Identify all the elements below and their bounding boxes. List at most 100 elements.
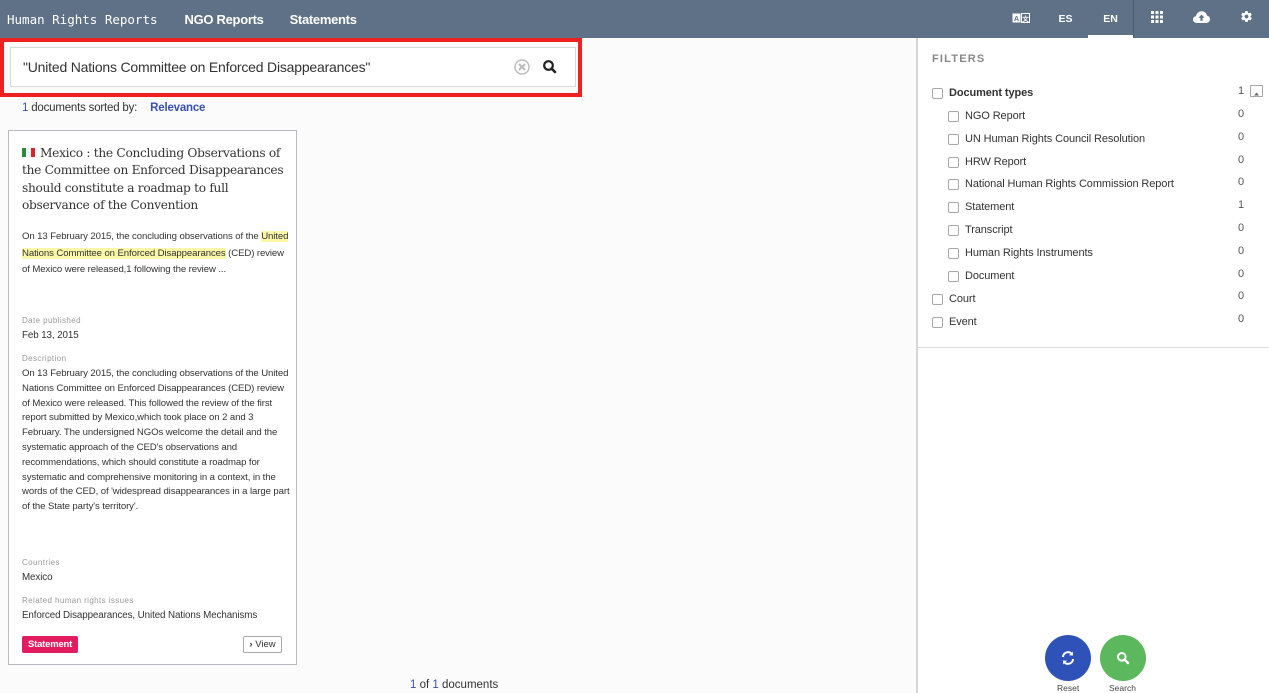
search-label: Search [1109,683,1136,693]
brand-link[interactable]: Human Rights Reports [7,12,158,27]
filter-label: Document [965,270,1015,282]
caret-up-icon [1254,92,1259,96]
filter-un-hrc-resolution[interactable]: UN Human Rights Council Resolution [948,131,1145,147]
lang-es-button[interactable]: ES [1043,0,1088,38]
date-value: Feb 13, 2015 [22,330,79,341]
filter-label: National Human Rights Commission Report [965,178,1174,190]
filter-label: Court [949,293,976,305]
card-title-text: Mexico : the Concluding Observations of … [22,146,284,212]
search-submit-button[interactable] [1100,635,1146,681]
filter-count: 0 [1238,290,1245,302]
collapse-button[interactable] [1250,85,1263,97]
filter-label: Statement [965,201,1015,213]
apps-button[interactable] [1134,0,1179,38]
sort-selector[interactable]: Relevance [150,102,205,114]
date-label: Date published [22,316,81,325]
filter-count: 0 [1238,313,1245,325]
filter-count: 0 [1238,222,1245,234]
gear-icon [1240,10,1253,28]
checkbox[interactable] [932,87,943,99]
nav-statements[interactable]: Statements [290,12,357,27]
checkbox[interactable] [948,178,959,190]
clear-circle-icon[interactable] [514,59,530,75]
filter-count: 0 [1238,268,1245,280]
filters-sidebar: FILTERS Document types 1 NGO Report 0 UN… [916,38,1269,693]
filter-label: Human Rights Instruments [965,247,1093,259]
checkbox[interactable] [948,133,959,145]
refresh-icon [1062,651,1074,665]
description-label: Description [22,354,67,363]
filter-court[interactable]: Court [932,291,976,307]
filter-hrw-report[interactable]: HRW Report [948,154,1026,170]
issues-label: Related human rights issues [22,596,134,605]
checkbox[interactable] [948,224,959,236]
upload-button[interactable] [1179,0,1224,38]
document-type-badge: Statement [22,636,79,653]
filter-label: Transcript [965,224,1013,236]
countries-label: Countries [22,558,60,567]
top-nav: Human Rights Reports NGO Reports Stateme… [0,0,1269,38]
filter-label: Event [949,316,977,328]
mexico-flag-icon [22,148,35,157]
checkbox[interactable] [948,201,959,213]
issues-value: Enforced Disappearances, United Nations … [22,610,258,621]
results-count: 1 [22,102,29,114]
checkbox[interactable] [948,110,959,122]
filter-event[interactable]: Event [932,314,977,330]
card-title[interactable]: Mexico : the Concluding Observations of … [22,145,290,214]
search-icon[interactable] [541,58,559,76]
search-icon [1117,652,1130,665]
results-summary: 1 documents sorted by: Relevance [22,102,205,114]
description-value: On 13 February 2015, the concluding obse… [22,368,290,513]
nav-ngo-reports[interactable]: NGO Reports [185,12,264,27]
view-label: View [255,639,276,650]
view-button[interactable]: › View [243,636,282,653]
apps-grid-icon [1150,10,1163,28]
sorted-by-label: documents sorted by: [31,102,138,114]
filter-label: UN Human Rights Council Resolution [965,133,1146,145]
settings-button[interactable] [1224,0,1269,38]
filter-document-types[interactable]: Document types [932,85,1033,101]
cloud-upload-icon [1193,10,1210,28]
filter-statement[interactable]: Statement [948,199,1014,215]
search-box [10,47,576,87]
filters-title: FILTERS [932,53,986,65]
sidebar-divider [918,347,1269,348]
filter-hr-instruments[interactable]: Human Rights Instruments [948,245,1093,261]
filter-document[interactable]: Document [948,268,1014,284]
filter-transcript[interactable]: Transcript [948,222,1013,238]
pager-suffix: documents [442,679,499,691]
checkbox[interactable] [932,316,943,328]
translate-icon: A 文 [1012,12,1030,26]
nav-right: A 文 ES EN [998,0,1269,38]
chevron-right-icon: › [249,639,253,650]
filter-ngo-report[interactable]: NGO Report [948,108,1025,124]
filter-count: 1 [1238,85,1245,97]
filter-label: HRW Report [965,156,1027,168]
filter-count: 0 [1238,131,1245,143]
filter-label: Document types [949,87,1034,99]
checkbox[interactable] [948,270,959,282]
filter-label: NGO Report [965,110,1026,122]
svg-text:文: 文 [1021,14,1029,23]
search-input[interactable] [23,52,493,82]
translate-button[interactable]: A 文 [998,0,1043,38]
pager-of: of [419,679,430,691]
pagination-summary: 1 of 1 documents [410,679,498,691]
checkbox[interactable] [948,156,959,168]
filter-nhrc-report[interactable]: National Human Rights Commission Report [948,176,1174,192]
countries-value: Mexico [22,572,53,583]
result-card: Mexico : the Concluding Observations of … [8,130,297,665]
lang-en-button[interactable]: EN [1088,0,1133,38]
snippet-text: On 13 February 2015, the concluding obse… [22,231,262,242]
filter-count: 0 [1238,176,1245,188]
filter-count: 0 [1238,154,1245,166]
filter-count: 0 [1238,245,1245,257]
checkbox[interactable] [948,247,959,259]
card-snippet: On 13 February 2015, the concluding obse… [22,229,292,279]
reset-button[interactable] [1045,635,1091,681]
filter-count: 1 [1238,199,1245,211]
filter-count: 0 [1238,108,1245,120]
checkbox[interactable] [932,293,943,305]
reset-label: Reset [1057,683,1080,693]
